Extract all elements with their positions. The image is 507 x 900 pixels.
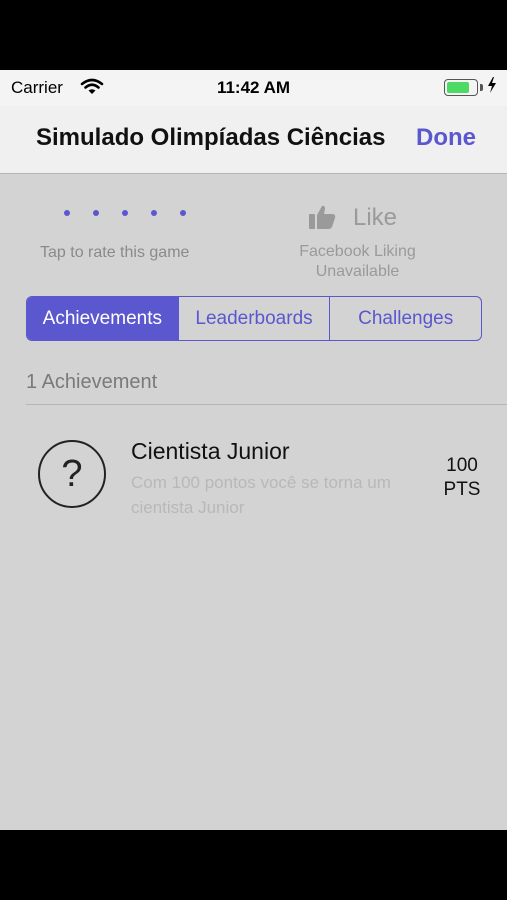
facebook-like-status: Facebook Liking Unavailable xyxy=(280,242,435,282)
rating-dot[interactable] xyxy=(122,210,128,216)
tab-achievements[interactable]: Achievements xyxy=(27,297,178,340)
like-status-line: Facebook Liking xyxy=(299,243,416,260)
status-bar: Carrier 11:42 AM xyxy=(0,70,507,106)
page-title: Simulado Olimpíadas Ciências xyxy=(36,124,386,151)
like-label: Like xyxy=(353,204,398,231)
question-mark-circle-icon: ? xyxy=(38,440,106,508)
thumbs-up-icon xyxy=(308,204,336,235)
achievement-points: 100 PTS xyxy=(433,454,491,502)
rating-control[interactable] xyxy=(64,207,192,221)
achievement-row[interactable]: ? Cientista Junior Com 100 pontos você s… xyxy=(0,430,507,520)
rating-dot[interactable] xyxy=(180,210,186,216)
points-value: 100 xyxy=(446,455,478,476)
rating-dot[interactable] xyxy=(151,210,157,216)
battery-cap xyxy=(480,84,483,91)
clock-time: 11:42 AM xyxy=(216,78,291,97)
achievement-count-header: 1 Achievement xyxy=(26,371,158,393)
battery-level xyxy=(447,82,469,93)
rating-dot[interactable] xyxy=(64,210,70,216)
like-status-line: Unavailable xyxy=(315,263,400,280)
done-button[interactable]: Done xyxy=(416,124,476,152)
divider xyxy=(26,404,507,405)
achievement-description: Com 100 pontos você se torna um cientist… xyxy=(131,473,391,517)
game-center-screen: Carrier 11:42 AM Simulado Olimpíadas Ciê… xyxy=(0,70,507,830)
section-tabs: Achievements Leaderboards Challenges xyxy=(26,296,482,341)
charging-bolt-icon xyxy=(487,77,497,97)
like-button[interactable]: Like xyxy=(308,202,408,234)
navigation-bar: Simulado Olimpíadas Ciências Done xyxy=(0,106,507,174)
tab-leaderboards[interactable]: Leaderboards xyxy=(177,297,330,340)
rating-dot[interactable] xyxy=(93,210,99,216)
rate-prompt: Tap to rate this game xyxy=(40,244,190,261)
tab-challenges[interactable]: Challenges xyxy=(329,297,481,340)
achievement-title: Cientista Junior xyxy=(131,438,290,464)
battery-icon xyxy=(444,79,478,96)
points-unit: PTS xyxy=(443,479,481,500)
